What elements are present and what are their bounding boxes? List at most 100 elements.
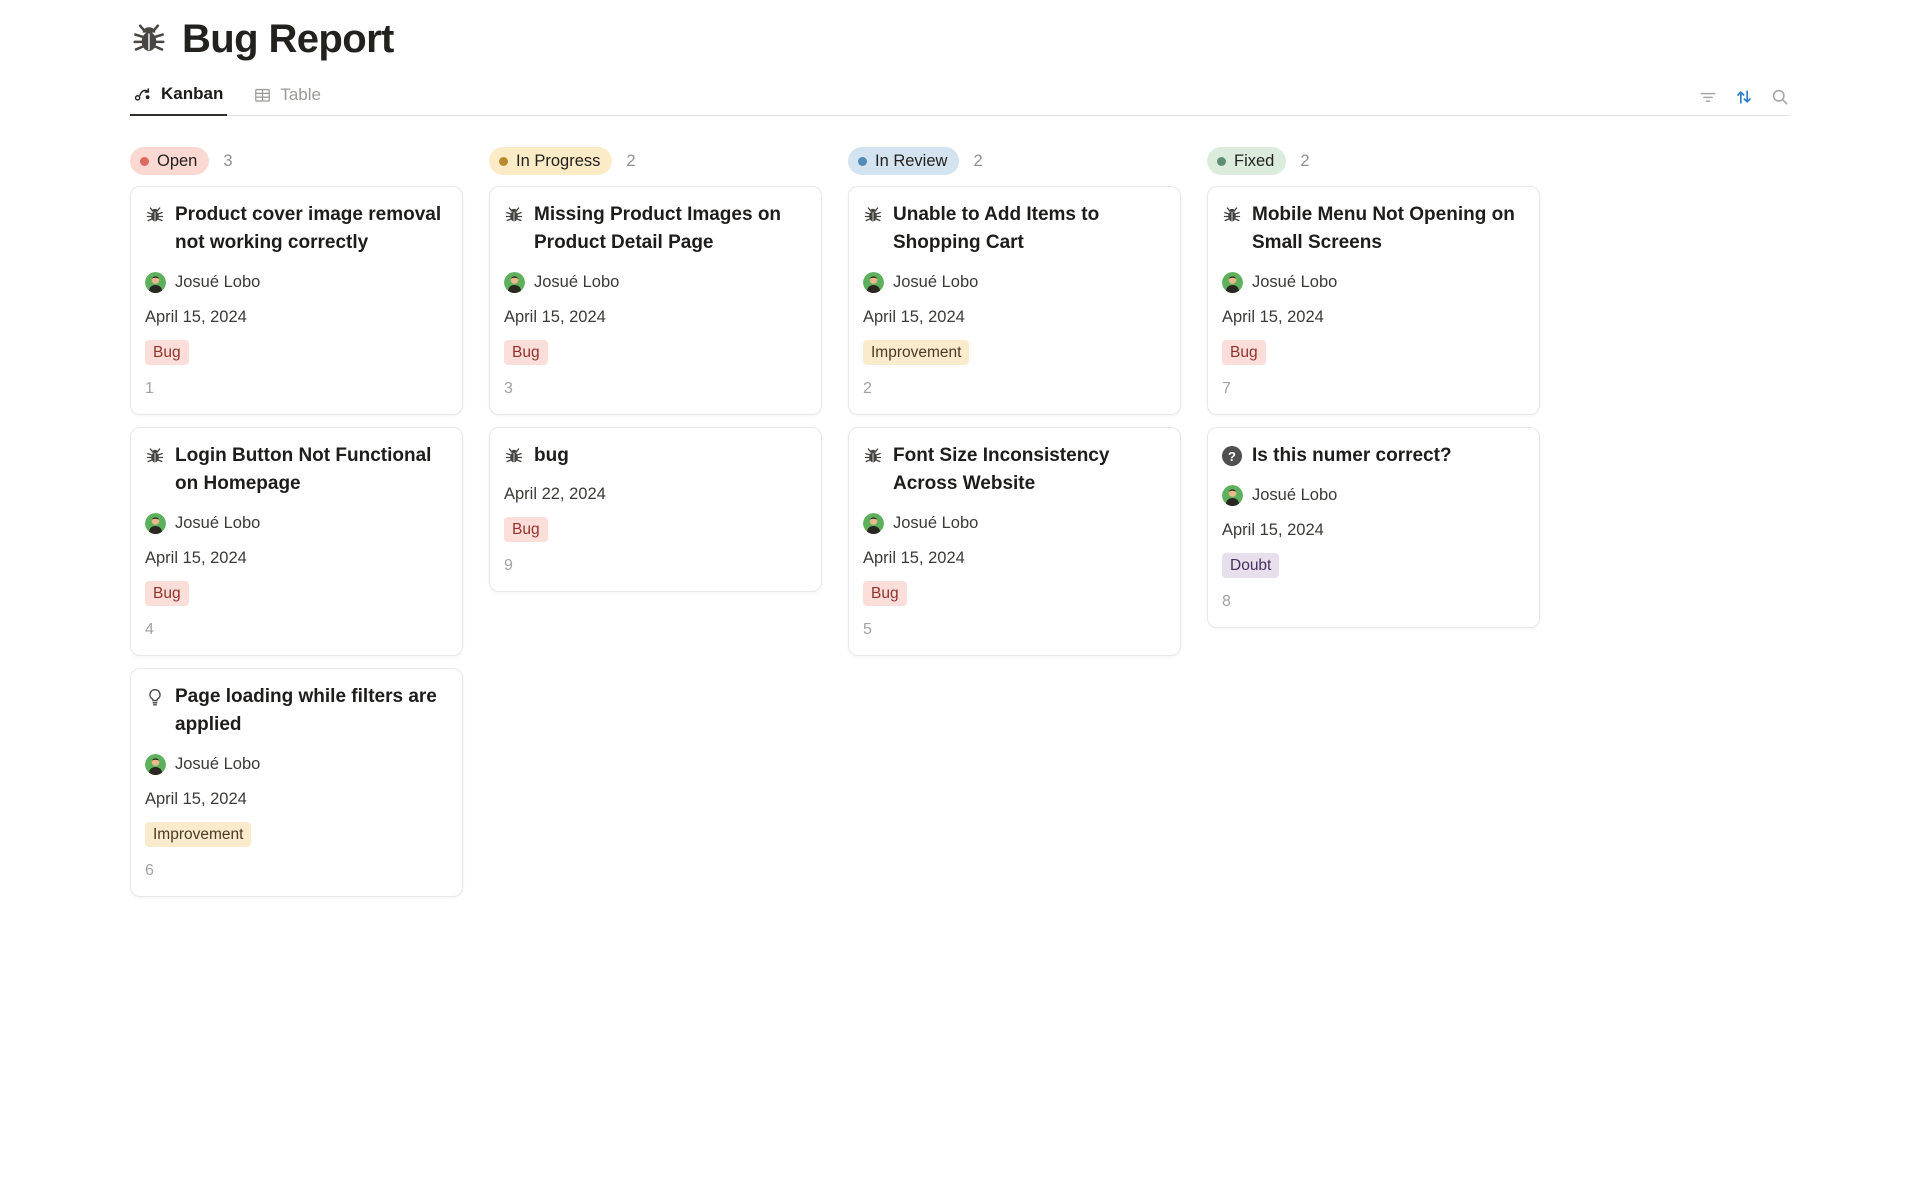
page-title: Bug Report [182, 17, 394, 62]
card-date: April 15, 2024 [145, 790, 448, 809]
avatar [1222, 272, 1243, 293]
card-tag: Bug [1222, 340, 1266, 365]
bug-icon [504, 205, 524, 225]
avatar [863, 272, 884, 293]
card-assignee-name: Josué Lobo [175, 755, 260, 774]
column-cards: Product cover image removal not working … [130, 186, 463, 897]
column-pill: In Progress [489, 147, 612, 175]
tab-table[interactable]: Table [249, 85, 325, 115]
card-title: Unable to Add Items to Shopping Cart [893, 201, 1166, 257]
status-dot-icon [499, 157, 508, 166]
card-tag: Bug [504, 340, 548, 365]
column-header[interactable]: In Progress 2 [489, 146, 822, 176]
column-pill: In Review [848, 147, 959, 175]
column-count: 2 [973, 152, 982, 171]
page-header: Bug Report [130, 14, 1790, 64]
avatar [863, 513, 884, 534]
tab-table-label: Table [280, 85, 321, 105]
bug-icon [863, 446, 883, 466]
card-assignee: Josué Lobo [145, 271, 448, 293]
card-title-row: Page loading while filters are applied [145, 683, 448, 739]
card-assignee: Josué Lobo [863, 271, 1166, 293]
card-title: bug [534, 442, 569, 470]
kanban-card[interactable]: Unable to Add Items to Shopping Cart Jos… [848, 186, 1181, 415]
card-date: April 15, 2024 [1222, 521, 1525, 540]
kanban-card[interactable]: Font Size Inconsistency Across Website J… [848, 427, 1181, 656]
kanban-column: In Review 2 Unable to Add Items to Shopp… [848, 146, 1181, 897]
kanban-card[interactable]: Page loading while filters are applied J… [130, 668, 463, 897]
lightbulb-icon [145, 687, 165, 707]
card-title-row: Login Button Not Functional on Homepage [145, 442, 448, 498]
column-header[interactable]: Open 3 [130, 146, 463, 176]
table-view-icon [253, 86, 272, 105]
column-name: Open [157, 152, 197, 171]
column-pill: Fixed [1207, 147, 1286, 175]
bug-icon [130, 20, 168, 58]
card-number: 5 [863, 621, 1166, 639]
kanban-card[interactable]: bug April 22, 2024 Bug 9 [489, 427, 822, 592]
column-name: In Progress [516, 152, 600, 171]
card-date: April 15, 2024 [1222, 308, 1525, 327]
avatar [145, 754, 166, 775]
column-pill: Open [130, 147, 209, 175]
kanban-column: Fixed 2 Mobile Menu Not Opening on Small… [1207, 146, 1540, 897]
avatar [1222, 485, 1243, 506]
avatar [145, 513, 166, 534]
card-assignee-name: Josué Lobo [534, 273, 619, 292]
card-title: Is this numer correct? [1252, 442, 1452, 470]
kanban-view-icon [134, 85, 153, 104]
column-count: 2 [1300, 152, 1309, 171]
card-date: April 15, 2024 [145, 549, 448, 568]
column-name: Fixed [1234, 152, 1274, 171]
card-number: 7 [1222, 380, 1525, 398]
card-assignee: Josué Lobo [145, 753, 448, 775]
column-count: 2 [626, 152, 635, 171]
column-cards: Unable to Add Items to Shopping Cart Jos… [848, 186, 1181, 656]
bug-icon [504, 446, 524, 466]
card-assignee: Josué Lobo [1222, 271, 1525, 293]
card-number: 3 [504, 380, 807, 398]
column-cards: Missing Product Images on Product Detail… [489, 186, 822, 592]
column-count: 3 [223, 152, 232, 171]
tab-kanban-label: Kanban [161, 84, 223, 104]
card-title: Missing Product Images on Product Detail… [534, 201, 807, 257]
card-assignee: Josué Lobo [504, 271, 807, 293]
card-title-row: bug [504, 442, 807, 470]
card-date: April 22, 2024 [504, 485, 807, 504]
kanban-card[interactable]: Login Button Not Functional on Homepage … [130, 427, 463, 656]
bug-icon [863, 205, 883, 225]
card-assignee-name: Josué Lobo [175, 273, 260, 292]
card-tag: Bug [504, 517, 548, 542]
card-assignee: Josué Lobo [1222, 484, 1525, 506]
card-number: 4 [145, 621, 448, 639]
card-tag: Bug [145, 340, 189, 365]
card-tag: Improvement [145, 822, 251, 847]
card-tag: Bug [863, 581, 907, 606]
card-number: 2 [863, 380, 1166, 398]
kanban-card[interactable]: Missing Product Images on Product Detail… [489, 186, 822, 415]
column-header[interactable]: In Review 2 [848, 146, 1181, 176]
kanban-card[interactable]: Product cover image removal not working … [130, 186, 463, 415]
column-header[interactable]: Fixed 2 [1207, 146, 1540, 176]
card-assignee-name: Josué Lobo [893, 273, 978, 292]
card-assignee-name: Josué Lobo [175, 514, 260, 533]
column-cards: Mobile Menu Not Opening on Small Screens… [1207, 186, 1540, 628]
kanban-card[interactable]: ? Is this numer correct? Josué Lobo Apri… [1207, 427, 1540, 628]
filter-icon[interactable] [1698, 87, 1718, 107]
bug-icon [1222, 205, 1242, 225]
tab-kanban[interactable]: Kanban [130, 84, 227, 116]
card-title: Mobile Menu Not Opening on Small Screens [1252, 201, 1525, 257]
bug-icon [145, 205, 165, 225]
kanban-card[interactable]: Mobile Menu Not Opening on Small Screens… [1207, 186, 1540, 415]
sort-icon[interactable] [1734, 87, 1754, 107]
status-dot-icon [140, 157, 149, 166]
search-icon[interactable] [1770, 87, 1790, 107]
kanban-column: In Progress 2 Missing Product Images on … [489, 146, 822, 897]
card-tag: Bug [145, 581, 189, 606]
card-title-row: Font Size Inconsistency Across Website [863, 442, 1166, 498]
card-number: 6 [145, 862, 448, 880]
card-title: Page loading while filters are applied [175, 683, 448, 739]
page: Bug Report Kanban Table Open 3 [130, 0, 1790, 897]
card-title: Font Size Inconsistency Across Website [893, 442, 1166, 498]
card-number: 9 [504, 557, 807, 575]
